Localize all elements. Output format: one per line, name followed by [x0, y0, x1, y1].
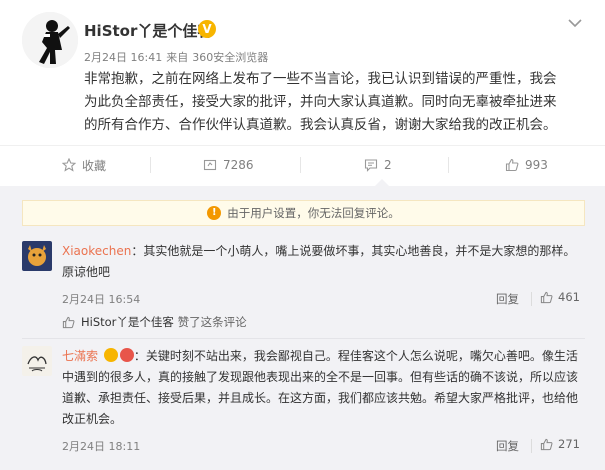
thumbs-up-icon	[540, 291, 553, 303]
repost-button[interactable]: 7286	[203, 146, 254, 184]
comment-icon	[364, 159, 378, 172]
post-meta: 2月24日 16:41 来自 360安全浏览器	[84, 49, 272, 65]
comment-count: 2	[384, 158, 392, 172]
commenter-avatar[interactable]	[22, 241, 52, 271]
reply-button[interactable]: 回复	[496, 438, 519, 454]
warning-icon: !	[207, 206, 222, 220]
comment-line: 道歉、承担责任、接受后果，并且成长。在这方面，我们都应该共勉。希望大家严格批评，…	[62, 391, 579, 405]
commenter-name[interactable]: 七滿索	[62, 349, 98, 363]
comments-section: ! 由于用户设置，你无法回复评论。 Xiaokechen：其实他就是一个小萌人，…	[0, 186, 605, 470]
chevron-down-icon[interactable]	[566, 16, 584, 30]
reply-button[interactable]: 回复	[496, 291, 519, 307]
thumbs-up-icon	[505, 158, 519, 172]
comment-like-count: 271	[558, 437, 580, 451]
post-date[interactable]: 2月24日 16:41	[84, 51, 162, 64]
verified-v-icon	[103, 348, 118, 362]
post-source-prefix: 来自	[166, 51, 189, 64]
comment-line: 中遇到的很多人，真的接触了发现跟他表现出来的全不是一回事。但有些话的确不该说，所…	[62, 370, 579, 384]
post-content-line: 的所有合作方、合作伙伴认真道歉。我会认真反省，谢谢大家给我的改正机会。	[84, 117, 557, 133]
like-count: 993	[525, 158, 548, 172]
comment-like-count: 461	[558, 290, 580, 304]
comment-time: 2月24日 16:54	[62, 293, 141, 306]
notice-text: 由于用户设置，你无法回复评论。	[227, 206, 400, 220]
thumbs-up-icon	[62, 316, 75, 328]
repost-count: 7286	[223, 158, 254, 172]
favorite-label: 收藏	[82, 158, 107, 173]
comment-line: 关键时刻不站出来，我会鄙视自己。程佳客这个人怎么说呢，嘴欠心善吧。像生活	[145, 349, 578, 363]
action-divider	[448, 157, 449, 173]
author-liked-user[interactable]: HiStor丫是个佳客	[81, 314, 174, 330]
comment-caret	[375, 179, 389, 186]
comment-line: 原谅他吧	[62, 265, 111, 279]
comment-line: 其实他就是一个小萌人，嘴上说要做坏事，其实心地善良，并不是大家想的那样。	[143, 244, 576, 258]
verified-v-icon: V	[198, 20, 216, 38]
author-liked-text: 赞了这条评论	[177, 315, 247, 329]
reply-restricted-notice: ! 由于用户设置，你无法回复评论。	[22, 200, 585, 226]
commenter-avatar[interactable]	[22, 346, 52, 376]
post-content-line: 非常抱歉，之前在网络上发布了一些不当言论，我已认识到错误的严重性，我会	[84, 71, 557, 87]
comment-text: Xiaokechen：其实他就是一个小萌人，嘴上说要做坏事，其实心地善良，并不是…	[62, 241, 585, 283]
comment-separator: ：	[133, 349, 146, 363]
post-action-bar: 收藏 7286 2 993	[0, 145, 605, 183]
favorite-button[interactable]: 收藏	[62, 146, 106, 184]
star-icon	[62, 158, 76, 172]
comment-item: 七滿索 ：关键时刻不站出来，我会鄙视自己。程佳客这个人怎么说呢，嘴欠心善吧。像生…	[22, 346, 585, 466]
repost-icon	[203, 159, 217, 171]
comment-text: 七滿索 ：关键时刻不站出来，我会鄙视自己。程佳客这个人怎么说呢，嘴欠心善吧。像生…	[62, 346, 585, 430]
comment-time: 2月24日 18:11	[62, 440, 141, 453]
like-button[interactable]: 993	[505, 146, 548, 184]
post-content: 非常抱歉，之前在网络上发布了一些不当言论，我已认识到错误的严重性，我会 为此负全…	[84, 68, 589, 137]
action-divider	[150, 157, 151, 173]
comment-item: Xiaokechen：其实他就是一个小萌人，嘴上说要做坏事，其实心地善良，并不是…	[22, 241, 585, 331]
post-username[interactable]: HiStor丫是个佳客	[84, 20, 212, 41]
author-liked-notice: HiStor丫是个佳客 赞了这条评论	[62, 314, 247, 330]
weibo-post: HiStor丫是个佳客 V 2月24日 16:41 来自 360安全浏览器 非常抱歉…	[0, 0, 605, 186]
thumbs-up-icon	[540, 438, 553, 450]
post-source[interactable]: 360安全浏览器	[192, 51, 268, 64]
comment-like-button[interactable]: 461	[540, 290, 580, 304]
emoji-icon	[119, 348, 134, 362]
post-author-avatar[interactable]	[22, 12, 78, 68]
comment-line: 改正机会。	[62, 412, 123, 426]
post-content-line: 为此负全部责任，接受大家的批评，并向大家认真道歉。同时向无辜被牵扯进来	[84, 94, 557, 110]
commenter-name[interactable]: Xiaokechen	[62, 244, 131, 258]
comment-separator: ：	[131, 244, 144, 258]
comment-divider	[22, 338, 585, 339]
action-divider	[300, 157, 301, 173]
comment-action-divider	[531, 439, 532, 453]
comment-like-button[interactable]: 271	[540, 437, 580, 451]
comment-action-divider	[531, 292, 532, 306]
